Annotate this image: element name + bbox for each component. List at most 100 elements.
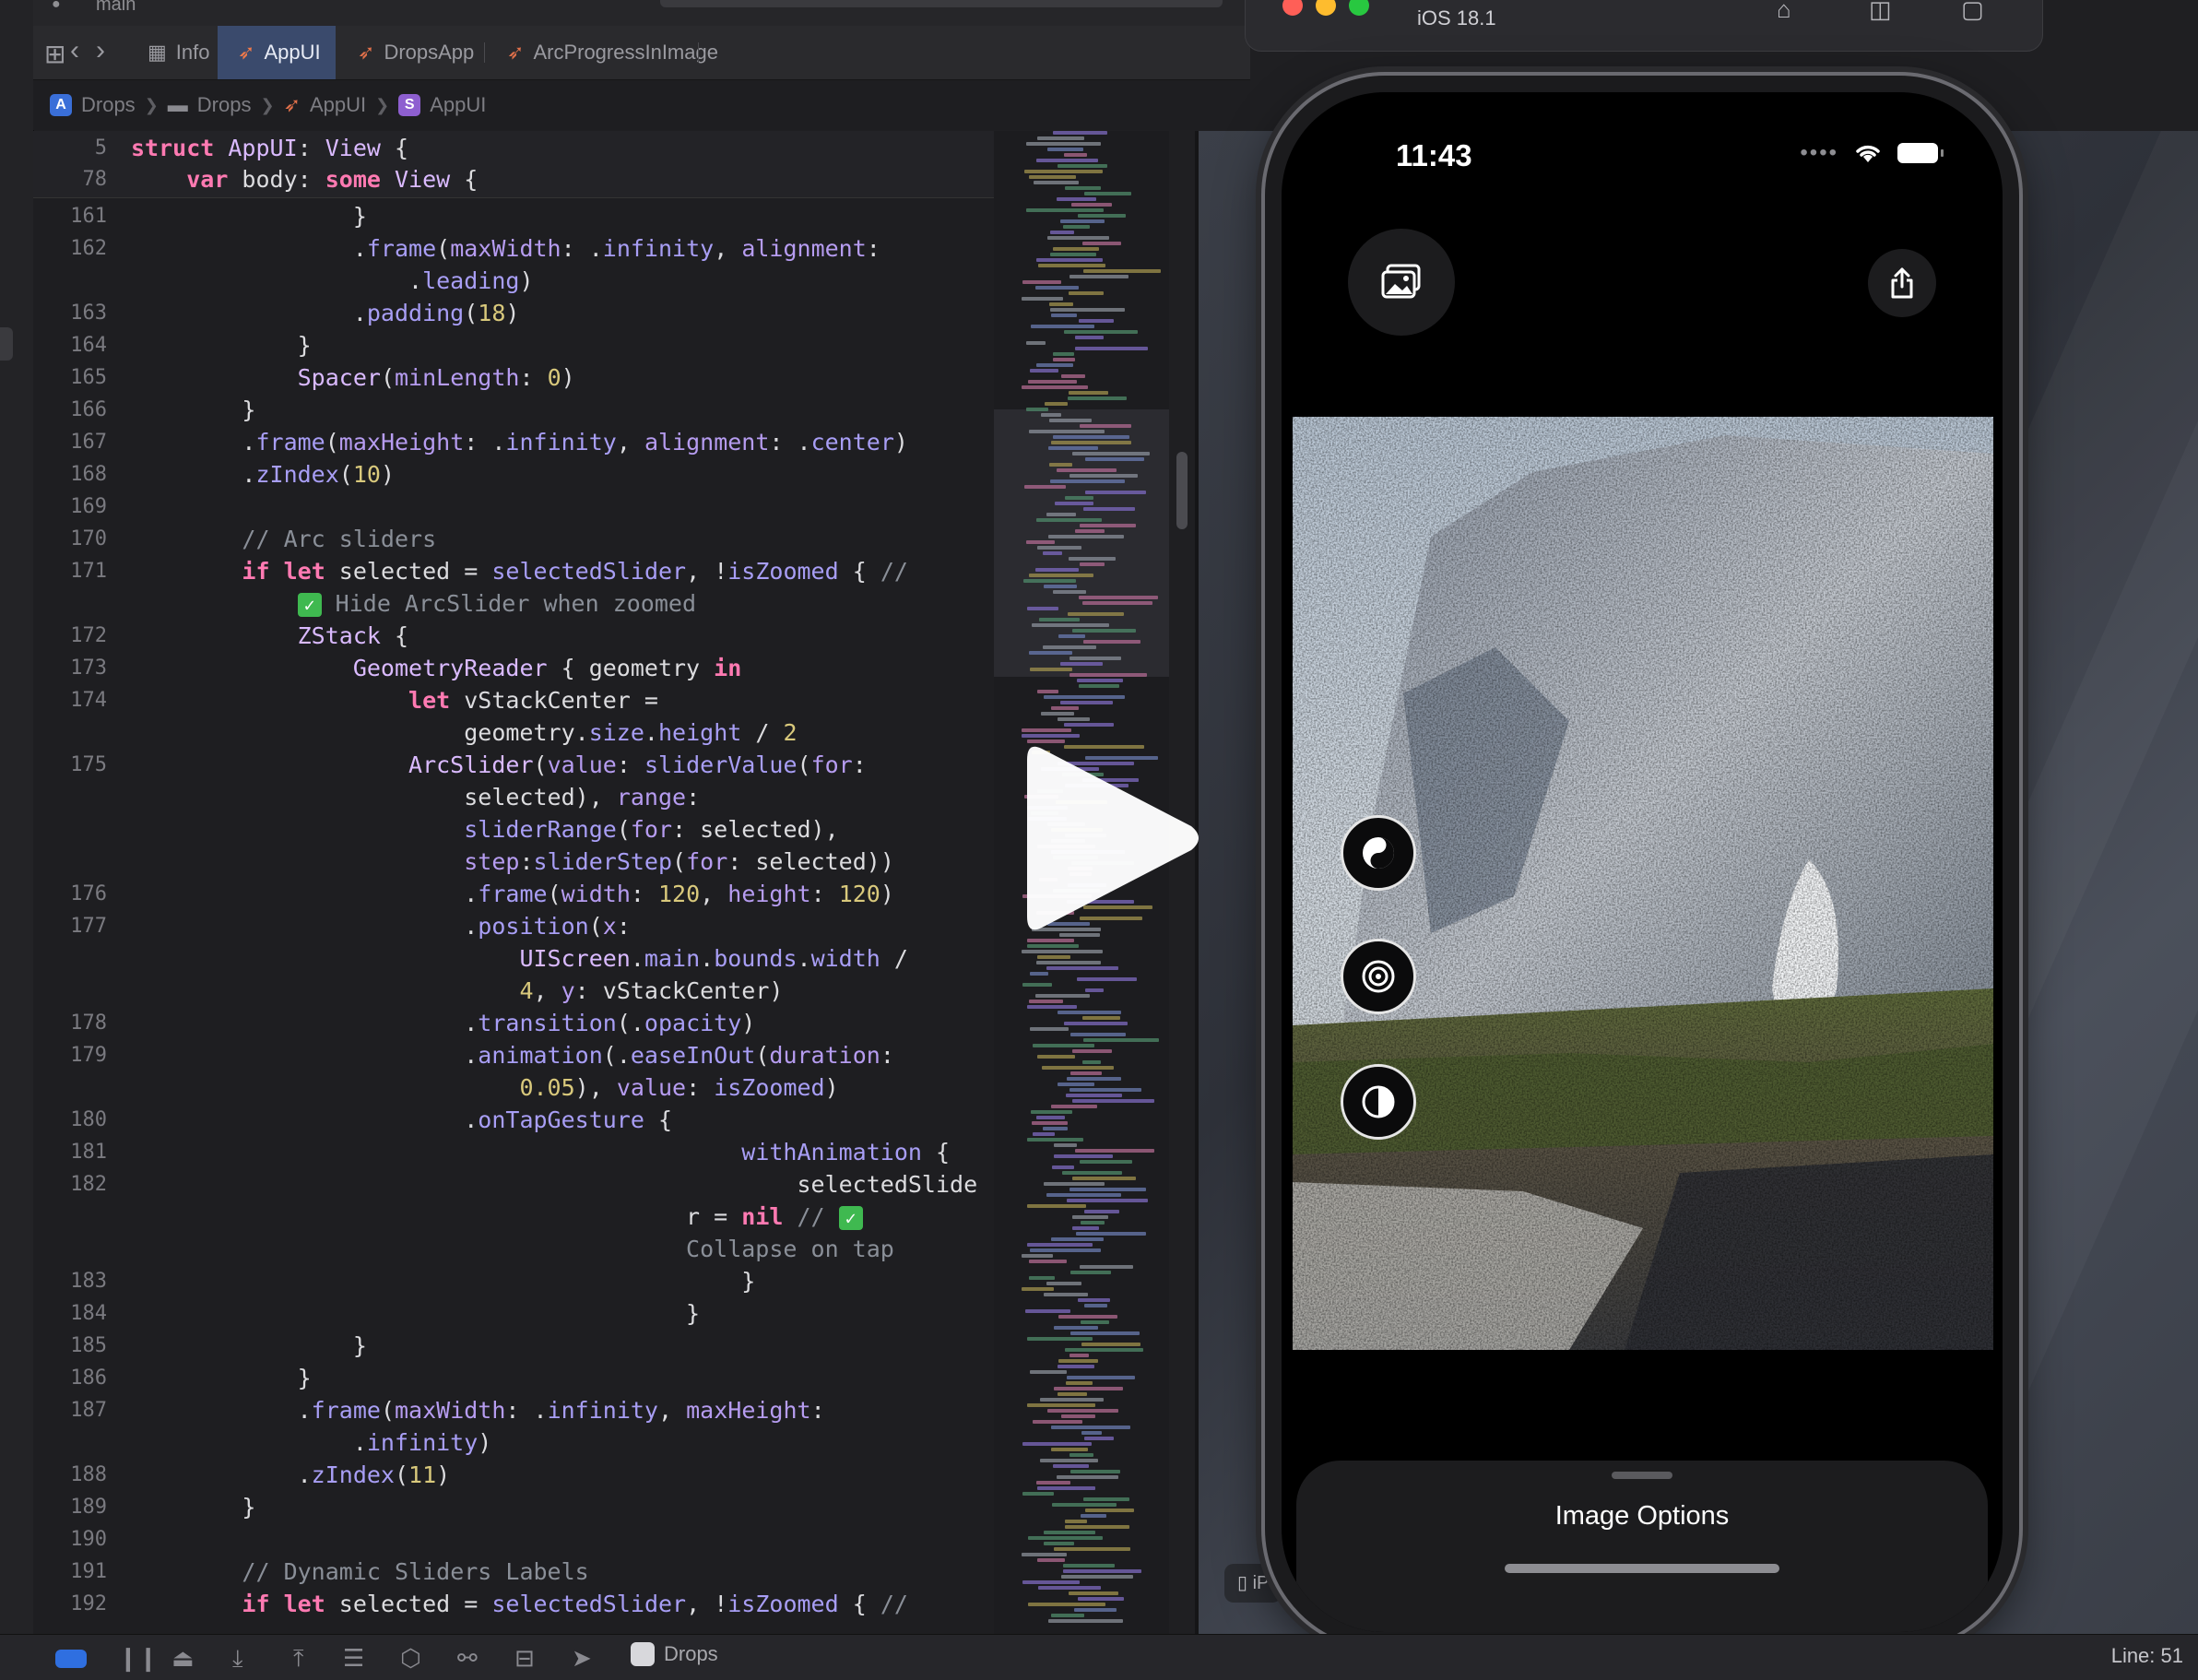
device-screen[interactable]: 11:43 •••• Image Options [1282, 92, 2003, 1632]
rotate-icon[interactable]: ▢ [1961, 0, 1984, 24]
minimap-line [1051, 314, 1077, 317]
minimize-window-button[interactable] [1316, 0, 1336, 16]
code-line[interactable]: ✓ Hide ArcSlider when zoomed [33, 588, 994, 620]
code-line[interactable]: .infinity) [33, 1427, 994, 1459]
code-line[interactable]: 167 .frame(maxHeight: .infinity, alignme… [33, 427, 994, 458]
view-hierarchy-icon[interactable]: ☰ [343, 1644, 364, 1673]
chevron-left-icon[interactable]: ‹ [70, 35, 79, 66]
home-icon[interactable]: ⌂ [1777, 0, 1791, 24]
code-line[interactable]: 176 .frame(width: 120, height: 120) [33, 879, 994, 910]
breadcrumb-item[interactable]: Drops [81, 93, 136, 117]
step-into-icon[interactable]: ⤓ [232, 1644, 243, 1674]
code-line[interactable]: 175 ArcSlider(value: sliderValue(for: [33, 750, 994, 781]
step-out-icon[interactable]: ⤒ [293, 1644, 304, 1674]
code-line[interactable]: 189 } [33, 1492, 994, 1523]
code-line[interactable]: 183 } [33, 1266, 994, 1297]
activity-viewer[interactable] [660, 0, 1223, 7]
minimap-line [1075, 529, 1105, 533]
image-options-sheet[interactable]: Image Options [1296, 1461, 1988, 1632]
code-line[interactable]: 180 .onTapGesture { [33, 1105, 994, 1136]
cube-icon[interactable]: ⬡ [400, 1644, 421, 1673]
code-line[interactable]: 188 .zIndex(11) [33, 1460, 994, 1491]
code-line[interactable]: 186 } [33, 1363, 994, 1394]
code-line[interactable]: 163 .padding(18) [33, 298, 994, 329]
pause-icon[interactable]: ❙❙ [118, 1644, 159, 1673]
location-icon[interactable]: ➤ [572, 1644, 592, 1673]
share-button[interactable] [1868, 249, 1936, 317]
environment-icon[interactable]: ⊟ [514, 1644, 535, 1673]
code-line[interactable]: 78 var body: some View { [33, 164, 994, 195]
screenshot-icon[interactable]: ◫ [1869, 0, 1892, 24]
code-line[interactable]: 185 } [33, 1331, 994, 1362]
code-line[interactable]: 5 struct AppUI: View { [33, 133, 994, 164]
tab-appui[interactable]: ➶ AppUI [218, 26, 336, 79]
line-number: 170 [70, 527, 107, 550]
code-line[interactable]: 179 .animation(.easeInOut(duration: [33, 1040, 994, 1071]
minimap-line [1045, 402, 1068, 406]
code-line[interactable]: 166 } [33, 395, 994, 426]
code-line[interactable]: UIScreen.main.bounds.width / [33, 943, 994, 975]
minimap-line [1069, 1591, 1118, 1595]
code-line[interactable]: 164 } [33, 330, 994, 361]
photo-library-button[interactable] [1348, 229, 1455, 336]
code-line[interactable]: 192 if let selected = selectedSlider, !i… [33, 1589, 994, 1620]
code-line[interactable]: 190 [33, 1524, 994, 1556]
code-line[interactable]: .leading) [33, 266, 994, 297]
code-line[interactable]: selected), range: [33, 782, 994, 813]
tab-info[interactable]: ▦ Info [127, 26, 219, 79]
code-line[interactable]: 169 [33, 491, 994, 523]
code-line[interactable]: 162 .frame(maxWidth: .infinity, alignmen… [33, 233, 994, 265]
minimap-line [1069, 1088, 1141, 1092]
minimap-line [1046, 1193, 1121, 1197]
home-indicator[interactable] [1505, 1564, 1779, 1573]
code-line[interactable]: 187 .frame(maxWidth: .infinity, maxHeigh… [33, 1395, 994, 1426]
pointillist-photo[interactable] [1293, 417, 1993, 1350]
play-icon[interactable] [1014, 732, 1208, 944]
tab-dropsapp[interactable]: ➶ DropsApp [337, 26, 485, 79]
navigator-handle[interactable] [0, 327, 13, 361]
show-navigator-toggle[interactable] [55, 1650, 87, 1668]
step-over-icon[interactable]: ⏏ [171, 1644, 195, 1673]
memory-graph-icon[interactable]: ⚯ [457, 1644, 478, 1673]
code-line[interactable]: sliderRange(for: selected), [33, 814, 994, 846]
code-line[interactable]: 178 .transition(.opacity) [33, 1008, 994, 1039]
code-line[interactable]: 0.05), value: isZoomed) [33, 1072, 994, 1104]
code-line[interactable]: 170 // Arc sliders [33, 524, 994, 555]
breadcrumb-item[interactable]: AppUI [430, 93, 486, 117]
code-line[interactable]: 161 } [33, 201, 994, 232]
code-line[interactable]: 177 .position(x: [33, 911, 994, 942]
code-line[interactable]: 172 ZStack { [33, 621, 994, 652]
code-line[interactable]: r = nil // ✓ [33, 1201, 994, 1233]
scheme-selector[interactable]: Drops [631, 1642, 718, 1666]
code-line[interactable]: 184 } [33, 1298, 994, 1330]
code-editor[interactable]: 5 struct AppUI: View {78 var body: some V… [33, 131, 994, 1634]
branch-name[interactable]: main [96, 0, 136, 16]
brightness-slider-button[interactable] [1341, 1064, 1416, 1140]
code-line[interactable]: geometry.size.height / 2 [33, 717, 994, 749]
code-line[interactable]: 191 // Dynamic Sliders Labels [33, 1556, 994, 1588]
code-line[interactable]: step:sliderStep(for: selected)) [33, 846, 994, 878]
minimap-line [1046, 513, 1076, 516]
code-line[interactable]: 4, y: vStackCenter) [33, 976, 994, 1007]
tab-arcprogressinimage[interactable]: ➶ ArcProgressInImage [487, 26, 718, 79]
code-line[interactable]: 181 withAnimation { [33, 1137, 994, 1168]
minimap-line [1070, 1033, 1126, 1036]
editor-scrollbar[interactable] [1176, 452, 1188, 529]
code-line[interactable]: 182 selectedSlide [33, 1169, 994, 1201]
breadcrumb-item[interactable]: Drops [197, 93, 252, 117]
code-line[interactable]: Collapse on tap [33, 1234, 994, 1265]
grid-icon[interactable]: ⊞ [44, 39, 65, 69]
contrast-slider-button[interactable] [1341, 815, 1416, 891]
code-line[interactable]: 168 .zIndex(10) [33, 459, 994, 491]
code-line[interactable]: 171 if let selected = selectedSlider, !i… [33, 556, 994, 587]
code-line[interactable]: 165 Spacer(minLength: 0) [33, 362, 994, 394]
zoom-window-button[interactable] [1349, 0, 1369, 16]
focus-slider-button[interactable] [1341, 939, 1416, 1014]
sheet-grabber[interactable] [1612, 1472, 1672, 1479]
code-line[interactable]: 173 GeometryReader { geometry in [33, 653, 994, 684]
close-window-button[interactable] [1282, 0, 1303, 16]
minimap-line [1077, 679, 1123, 682]
breadcrumb-item[interactable]: AppUI [310, 93, 366, 117]
chevron-right-icon[interactable]: › [96, 35, 105, 66]
code-line[interactable]: 174 let vStackCenter = [33, 685, 994, 716]
